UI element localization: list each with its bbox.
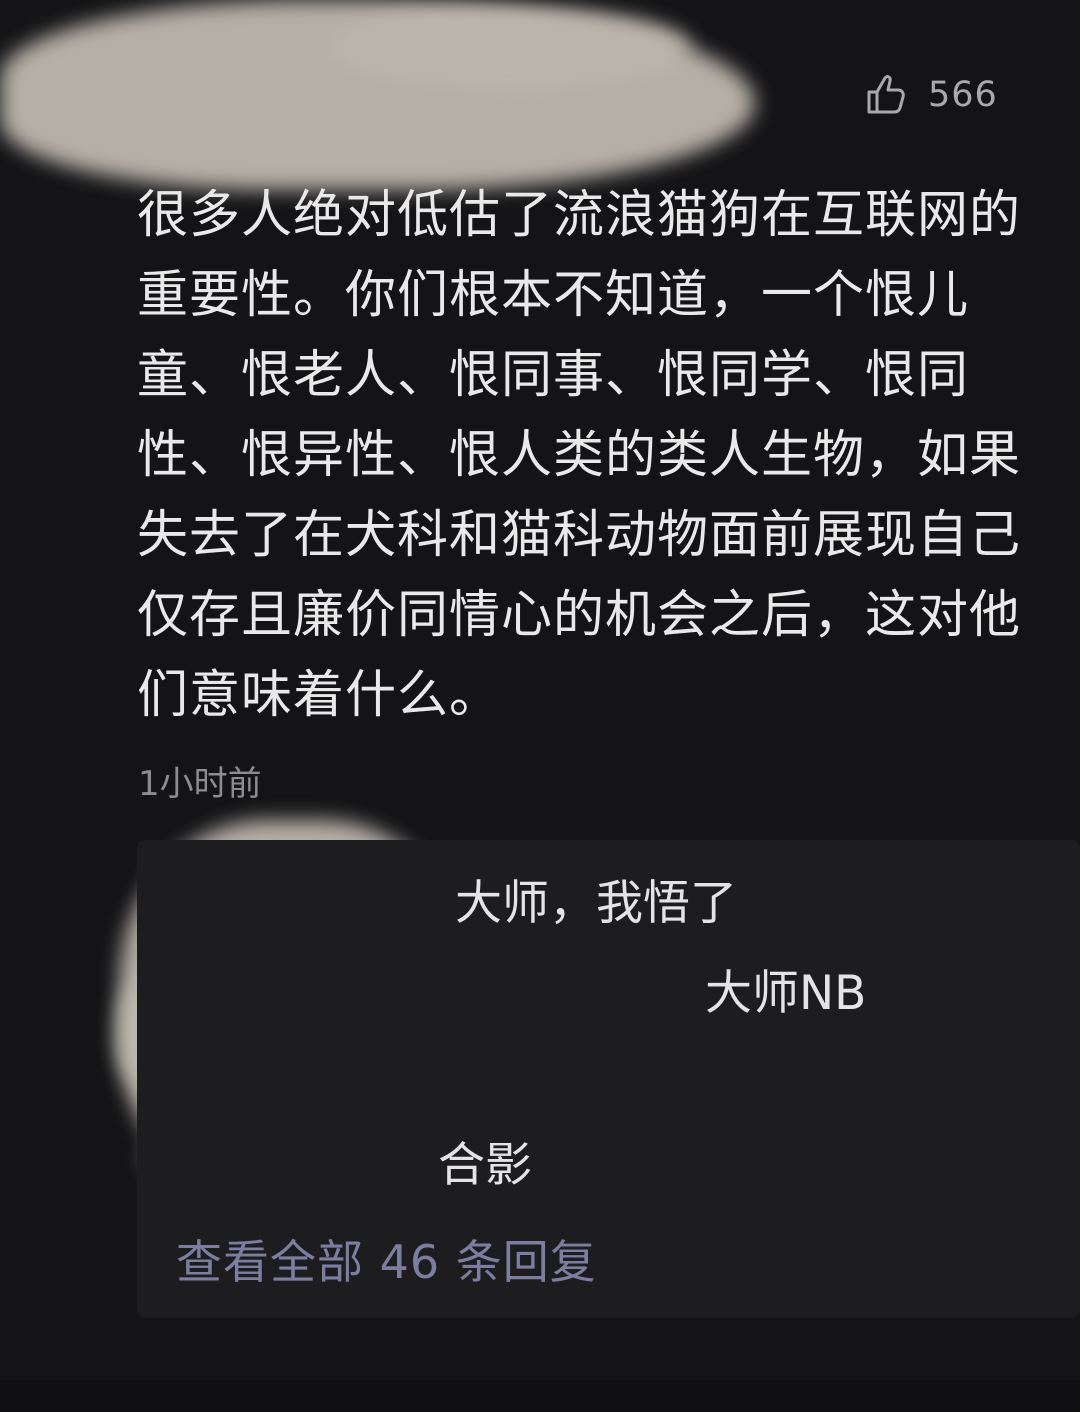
comment-time: 1小时前 (138, 764, 262, 804)
comment-body: 很多人绝对低估了流浪猫狗在互联网的 重要性。你们根本不知道，一个恨儿 童、恨老人… (137, 176, 1080, 736)
thumbs-up-icon (867, 75, 905, 114)
bottom-divider (0, 1380, 1080, 1412)
more-icon[interactable]: ⋮ (1070, 80, 1080, 125)
reply-text: 合影 (438, 1138, 532, 1193)
comment-line: 童、恨老人、恨同事、恨同学、恨同 (137, 346, 970, 405)
comment-line: 仅存且廉价同情心的机会之后，这对他 (137, 586, 1022, 645)
reply-text: 大师，我悟了 (455, 876, 737, 931)
comment-screen: 566 ⋮ 很多人绝对低估了流浪猫狗在互联网的 重要性。你们根本不知道，一个恨儿… (0, 0, 1080, 1412)
comment-line: 们意味着什么。 (137, 666, 502, 725)
like-count: 566 (928, 74, 998, 115)
comment-line: 失去了在犬科和猫科动物面前展现自己 (137, 506, 1022, 565)
comment-line: 性、恨异性、恨人类的类人生物，如果 (137, 426, 1022, 485)
like-button[interactable]: 566 (862, 67, 998, 123)
reply-text: 大师NB (705, 966, 867, 1021)
comment-line: 重要性。你们根本不知道，一个恨儿 (137, 266, 970, 325)
comment-line: 很多人绝对低估了流浪猫狗在互联网的 (137, 186, 1022, 245)
view-all-replies-link[interactable]: 查看全部 46 条回复 (176, 1233, 597, 1291)
redacted-user-name (330, 8, 690, 86)
